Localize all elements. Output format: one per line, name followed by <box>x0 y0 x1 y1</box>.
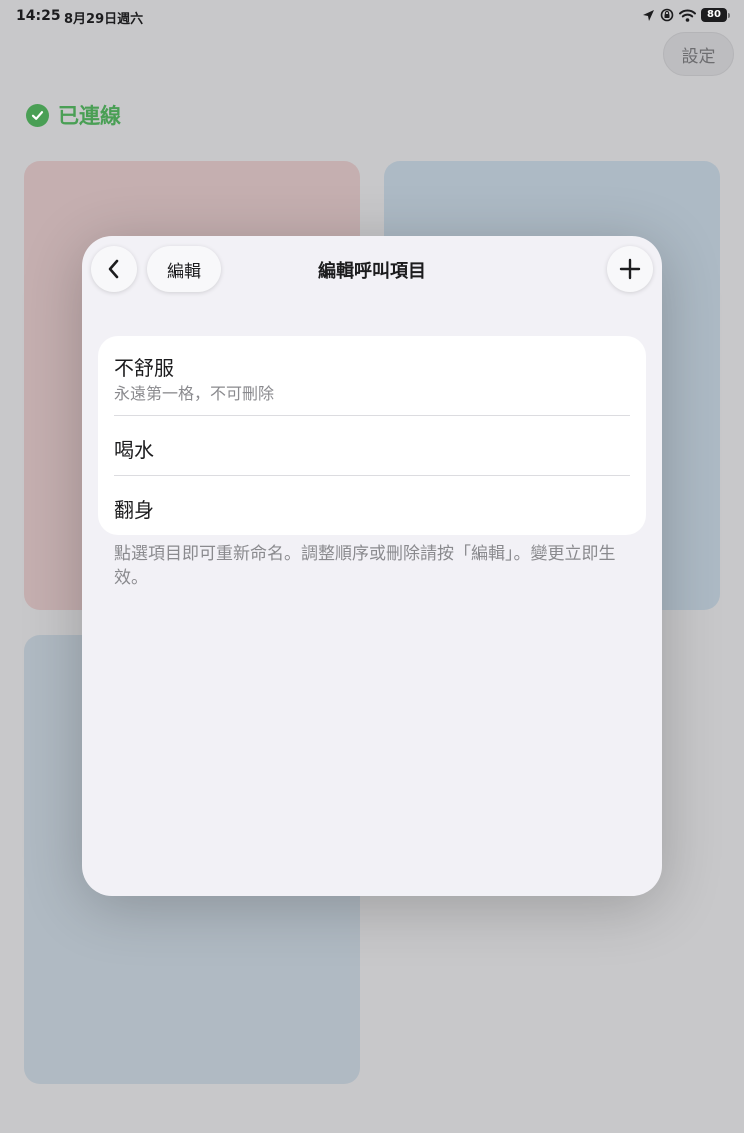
call-items-list: 不舒服 永遠第一格，不可刪除 喝水 翻身 <box>98 336 646 535</box>
connection-label: 已連線 <box>58 104 121 128</box>
list-item-uncomfortable[interactable]: 不舒服 永遠第一格，不可刪除 <box>98 336 646 416</box>
footer-note: 點選項目即可重新命名。調整順序或刪除請按「編輯」。變更立即生效。 <box>114 544 616 588</box>
battery-level: 80 <box>701 8 727 22</box>
list-item-turn-over[interactable]: 翻身 <box>98 476 646 535</box>
item-title: 喝水 <box>114 438 154 462</box>
battery-indicator: 80 <box>701 8 730 22</box>
wifi-icon <box>679 9 696 22</box>
edit-call-items-modal: 編輯 編輯呼叫項目 不舒服 永遠第一格，不可刪除 喝水 翻身 點選項目即可重新命… <box>82 236 662 896</box>
item-title: 翻身 <box>114 498 154 522</box>
modal-header: 編輯 編輯呼叫項目 <box>82 236 662 302</box>
settings-button[interactable]: 設定 <box>663 32 734 76</box>
item-subtitle: 永遠第一格，不可刪除 <box>114 384 275 403</box>
list-item-drink-water[interactable]: 喝水 <box>98 416 646 476</box>
app-screen: 14:25 8月29日週六 80 設定 已連線 編輯 編輯呼叫項目 不舒服 永遠… <box>0 0 744 1133</box>
orientation-lock-icon <box>660 8 674 22</box>
plus-icon <box>619 258 641 280</box>
status-icons: 80 <box>642 8 730 22</box>
status-date: 8月29日週六 <box>64 12 144 27</box>
checkmark-circle-icon <box>26 103 49 127</box>
add-button[interactable] <box>607 246 653 292</box>
modal-title: 編輯呼叫項目 <box>318 261 426 282</box>
status-time: 14:25 <box>16 8 61 24</box>
location-arrow-icon <box>643 9 654 21</box>
battery-cap <box>728 12 730 18</box>
connection-status: 已連線 <box>26 100 121 130</box>
item-title: 不舒服 <box>114 356 174 380</box>
status-bar: 14:25 8月29日週六 80 <box>0 0 744 34</box>
